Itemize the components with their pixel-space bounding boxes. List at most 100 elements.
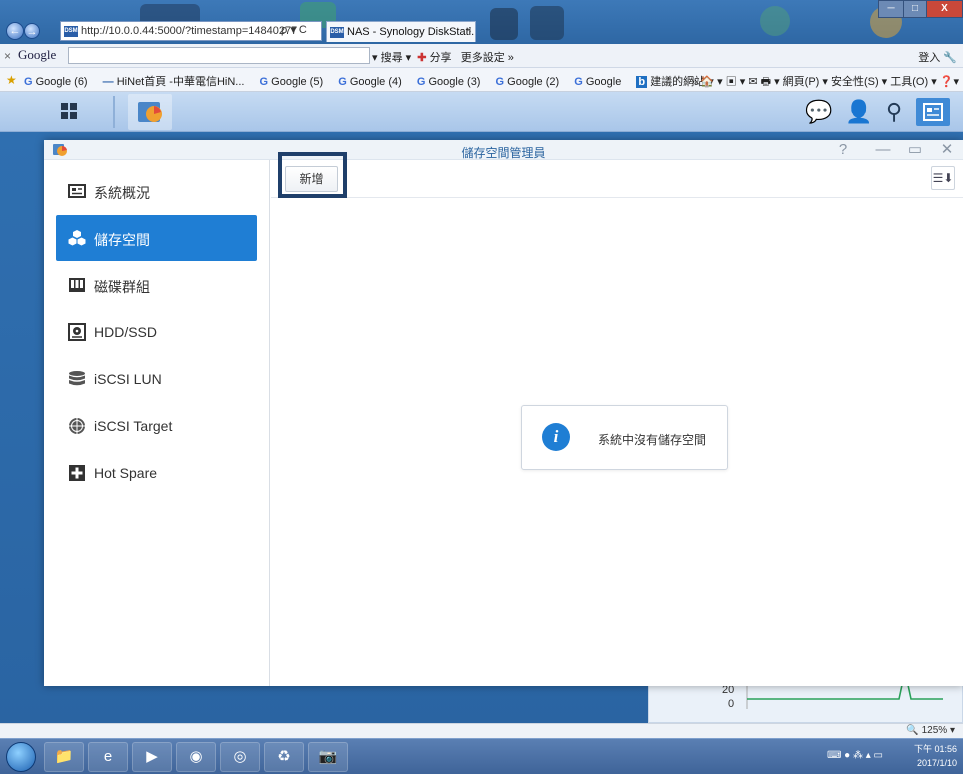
- ie-taskbar-icon[interactable]: e: [88, 742, 128, 772]
- favorite-label: Google (3): [428, 76, 481, 88]
- system-clock[interactable]: 下午 01:56 2017/1/10: [914, 742, 957, 770]
- address-tools[interactable]: ρ ▾ C: [281, 21, 307, 41]
- widget-tick-label: 0: [728, 698, 735, 710]
- sidebar-item-label: 系統概況: [94, 185, 150, 201]
- google-icon: G: [495, 76, 505, 88]
- overview-icon: [68, 184, 86, 198]
- sort-icon: ☰⬇: [932, 171, 954, 185]
- empty-state-message: i 系統中沒有儲存空間: [521, 405, 728, 470]
- back-button[interactable]: ←: [6, 22, 24, 40]
- system-tray[interactable]: ⌨ ● ⁂ ▴ ▭: [827, 750, 883, 761]
- background-thumbnail: [760, 6, 790, 36]
- add-button[interactable]: 新增: [285, 166, 338, 192]
- window-minimize-button[interactable]: ─: [878, 0, 904, 18]
- tab-title: NAS - Synology DiskStati...: [347, 26, 476, 38]
- chat-icon[interactable]: 💬: [803, 96, 835, 128]
- google-icon: G: [259, 76, 269, 88]
- chrome-taskbar-icon[interactable]: ◉: [176, 742, 216, 772]
- search-icon[interactable]: ⚲: [878, 96, 910, 128]
- maximize-icon: □: [911, 3, 919, 14]
- sidebar-item-label: HDD/SSD: [94, 324, 158, 340]
- window-header[interactable]: 儲存空間管理員 ? — ▭ ✕: [44, 140, 963, 160]
- window-maximize-button[interactable]: □: [903, 0, 927, 18]
- close-button[interactable]: ✕: [937, 141, 957, 159]
- google-tools: ▾ 搜尋 ▾ ✚ 分享 更多設定 »: [372, 49, 514, 65]
- favorite-label: HiNet首頁 -中華電信HiN...: [116, 76, 245, 88]
- sidebar-item-hdd-ssd[interactable]: HDD/SSD: [56, 309, 257, 355]
- search-refresh-icons: ρ ▾ C: [281, 24, 307, 36]
- storage-manager-icon: [138, 102, 162, 122]
- tab-synology[interactable]: DSM NAS - Synology DiskStati...: [326, 21, 476, 42]
- start-button[interactable]: [6, 742, 36, 772]
- favorite-link[interactable]: G Google (2): [496, 76, 566, 88]
- google-icon: G: [416, 76, 426, 88]
- sidebar-item-label: 儲存空間: [94, 232, 150, 248]
- browser-titlebar: ← → DSM http://10.0.0.44:5000/?timestamp…: [0, 0, 963, 44]
- sidebar-item-overview[interactable]: 系統概況: [56, 168, 257, 214]
- google-login-button[interactable]: 登入 🔧: [918, 49, 957, 65]
- clock-time: 下午 01:56: [913, 744, 957, 754]
- camera-taskbar-icon[interactable]: 📷: [308, 742, 348, 772]
- google-more-button[interactable]: 更多設定 »: [461, 52, 514, 64]
- window-close-button[interactable]: X: [926, 0, 963, 18]
- favorites-list: G Google (6) — HiNet首頁 -中華電信HiN... G Goo…: [24, 73, 726, 89]
- command-bar-items[interactable]: » 🏠 ▾ ▣ ▾ ✉ 🖶 ▾ 網頁(P) ▾ 安全性(S) ▾ 工具(O) ▾…: [691, 76, 959, 88]
- browser-statusbar: 🔍 125% ▾: [0, 723, 963, 738]
- clock-date: 2017/1/10: [916, 758, 957, 768]
- minimize-button[interactable]: —: [873, 141, 893, 159]
- sort-button[interactable]: ☰⬇: [931, 166, 955, 190]
- ie-command-bar[interactable]: » 🏠 ▾ ▣ ▾ ✉ 🖶 ▾ 網頁(P) ▾ 安全性(S) ▾ 工具(O) ▾…: [691, 73, 959, 92]
- widgets-button[interactable]: [916, 98, 950, 126]
- close-icon: X: [941, 3, 948, 14]
- disk-group-icon: [69, 278, 85, 292]
- target-icon: [69, 418, 85, 434]
- favorite-link[interactable]: — HiNet首頁 -中華電信HiN...: [103, 76, 251, 88]
- google-search-button[interactable]: ▾ 搜尋 ▾: [372, 52, 411, 64]
- sidebar-item-hot-spare[interactable]: Hot Spare: [56, 450, 257, 496]
- media-player-taskbar-icon[interactable]: ▶: [132, 742, 172, 772]
- main-menu-button[interactable]: [49, 94, 89, 130]
- favorite-label: Google: [585, 76, 622, 88]
- favorite-link[interactable]: G Google (4): [338, 76, 408, 88]
- sidebar-item-label: iSCSI LUN: [94, 371, 162, 387]
- favorite-label: Google (5): [271, 76, 324, 88]
- storage-manager-window: 儲存空間管理員 ? — ▭ ✕ 系統概況 儲存空間 磁碟群組 HDD/SSD i…: [44, 140, 963, 686]
- maximize-button[interactable]: ▭: [905, 141, 925, 159]
- favorite-label: Google (2): [507, 76, 560, 88]
- favorites-bar: ★ G Google (6) — HiNet首頁 -中華電信HiN... G G…: [0, 68, 963, 92]
- sidebar-item-disk-group[interactable]: 磁碟群組: [56, 262, 257, 308]
- forward-button[interactable]: →: [24, 23, 40, 39]
- favorite-label: Google (4): [349, 76, 402, 88]
- favorites-star-icon[interactable]: ★: [6, 73, 17, 87]
- favorite-link[interactable]: G Google: [574, 76, 627, 88]
- favorite-link[interactable]: G Google (6): [24, 76, 94, 88]
- back-icon: ←: [9, 25, 21, 37]
- tab-close-icon[interactable]: ×: [466, 25, 472, 36]
- favorite-link[interactable]: G Google (5): [260, 76, 330, 88]
- storage-icon: [68, 230, 86, 246]
- zoom-level[interactable]: 🔍 125% ▾: [906, 725, 955, 736]
- sidebar-item-storage[interactable]: 儲存空間: [56, 215, 257, 261]
- sidebar-item-iscsi-target[interactable]: iSCSI Target: [56, 403, 257, 449]
- favorite-link[interactable]: G Google (3): [417, 76, 487, 88]
- favorite-label: Google (6): [35, 76, 88, 88]
- tab-favicon-icon: DSM: [330, 27, 344, 38]
- sidebar-item-iscsi-lun[interactable]: iSCSI LUN: [56, 356, 257, 402]
- google-toolbar-close-icon[interactable]: ×: [4, 49, 11, 63]
- explorer-taskbar-icon[interactable]: 📁: [44, 742, 84, 772]
- storage-manager-taskbar-button[interactable]: [128, 94, 172, 130]
- browser-taskbar-icon[interactable]: ◎: [220, 742, 260, 772]
- dsm-taskbar: 💬 👤 ⚲: [0, 92, 963, 132]
- app-taskbar-icon[interactable]: ♻: [264, 742, 304, 772]
- google-share-button[interactable]: 分享: [430, 52, 452, 64]
- google-icon: G: [574, 76, 583, 88]
- hdd-icon: [68, 323, 86, 341]
- address-url: http://10.0.0.44:5000/?timestamp=1484027…: [81, 25, 298, 37]
- main-menu-icon: [61, 103, 77, 119]
- sidebar-item-label: Hot Spare: [94, 465, 158, 481]
- help-button[interactable]: ?: [833, 141, 853, 159]
- widgets-icon: [923, 103, 943, 121]
- user-icon[interactable]: 👤: [843, 96, 875, 128]
- google-logo: Google: [18, 47, 57, 62]
- google-search-input[interactable]: [68, 47, 370, 64]
